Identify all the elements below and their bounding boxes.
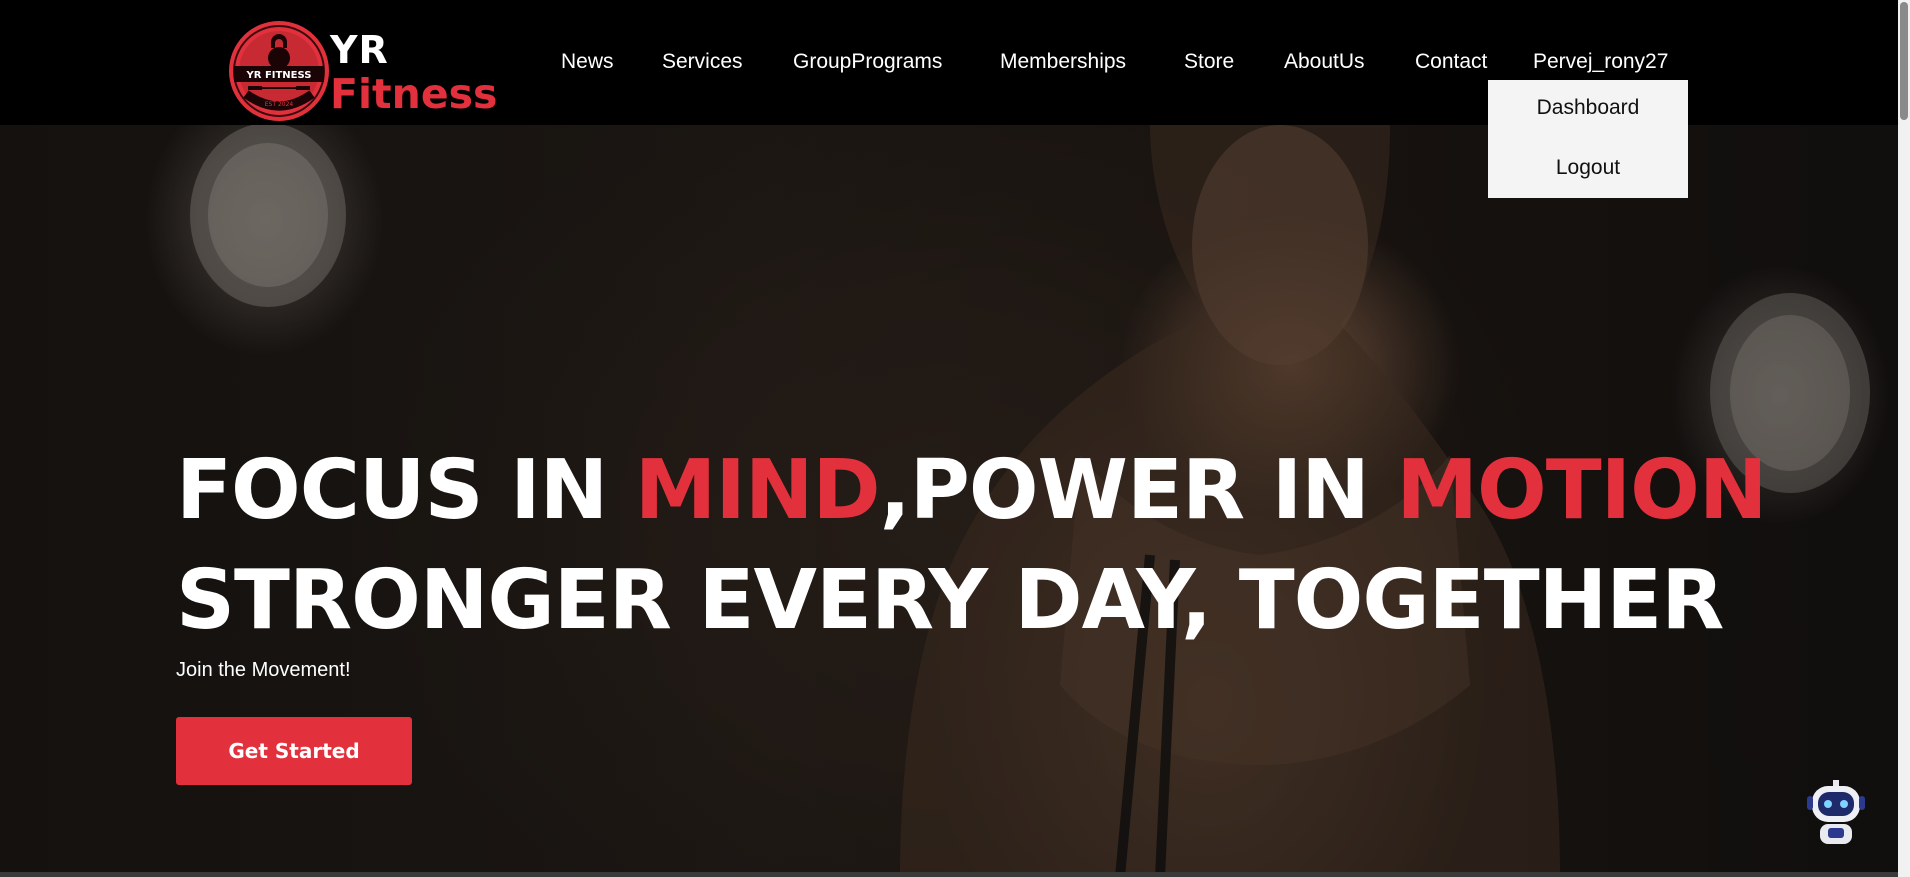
nav-user-menu[interactable]: Pervej_rony27 <box>1533 50 1668 74</box>
hero-headline-line2: STRONGER EVERY DAY, TOGETHER <box>176 553 1724 648</box>
hero-headline-line1: FOCUS IN MIND,POWER IN MOTION <box>176 443 1767 538</box>
dropdown-item-dashboard[interactable]: Dashboard <box>1488 96 1688 120</box>
svg-text:EST 2024: EST 2024 <box>265 101 294 108</box>
nav-item-store[interactable]: Store <box>1184 50 1234 74</box>
nav-item-memberships[interactable]: Memberships <box>1000 50 1126 74</box>
hero-tagline: Join the Movement! <box>176 659 351 681</box>
user-dropdown-menu: Dashboard Logout <box>1488 80 1688 198</box>
nav-item-contact[interactable]: Contact <box>1415 50 1487 74</box>
nav-item-news[interactable]: News <box>561 50 614 74</box>
hero-section: FOCUS IN MIND,POWER IN MOTION STRONGER E… <box>0 125 1898 877</box>
page-scrollbar[interactable] <box>1898 0 1910 877</box>
headline-accent-motion: MOTION <box>1396 443 1767 538</box>
robot-icon[interactable] <box>1806 780 1866 846</box>
nav-item-services[interactable]: Services <box>662 50 743 74</box>
dropdown-item-logout[interactable]: Logout <box>1488 156 1688 180</box>
headline-text: FOCUS IN <box>176 443 635 538</box>
bottom-edge <box>0 872 1898 877</box>
svg-text:YR FITNESS: YR FITNESS <box>246 70 312 81</box>
scrollbar-thumb[interactable] <box>1900 2 1908 120</box>
get-started-button[interactable]: Get Started <box>176 717 412 785</box>
nav-item-group-programs[interactable]: GroupPrograms <box>793 50 942 74</box>
logo-text-top: YR <box>330 28 389 72</box>
headline-accent-mind: MIND <box>634 443 881 538</box>
headline-text: ,POWER IN <box>879 443 1397 538</box>
logo-badge-icon: YR FITNESS EST 2024 <box>229 21 329 121</box>
brand-logo[interactable]: YR FITNESS EST 2024 YR Fitness <box>222 16 497 121</box>
nav-item-about-us[interactable]: AboutUs <box>1284 50 1365 74</box>
logo-text-bottom: Fitness <box>330 70 498 118</box>
